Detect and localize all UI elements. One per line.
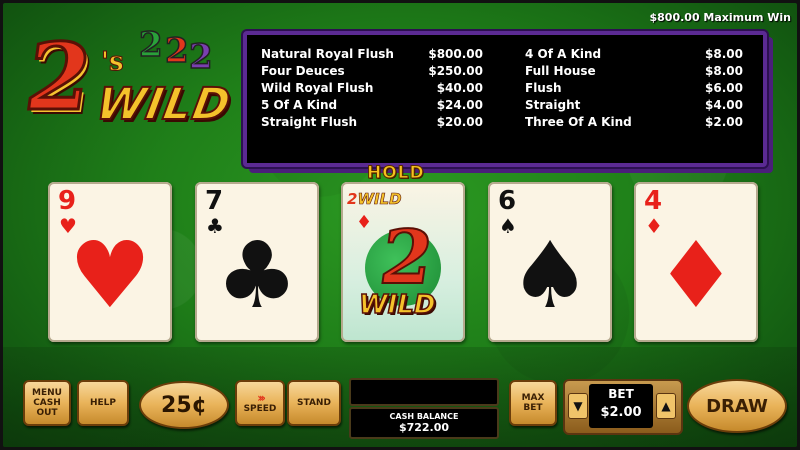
paytable: Natural Royal Flush $800.00 Four Deuces $2… bbox=[243, 31, 767, 167]
out-label: OUT bbox=[36, 408, 58, 418]
hand-pay: $4.00 bbox=[705, 98, 743, 112]
card-2[interactable]: 7 ♣ ♣ bbox=[195, 182, 319, 342]
paytable-row: Straight Flush $20.00 bbox=[261, 115, 483, 132]
hand-name: Natural Royal Flush bbox=[261, 47, 394, 61]
wild-card-corner: 2WILD bbox=[347, 190, 402, 209]
bet-down-arrow-icon[interactable]: ▼ bbox=[568, 393, 588, 419]
hand-pay: $20.00 bbox=[436, 115, 483, 129]
diamond-icon: ♦ bbox=[356, 212, 373, 233]
wild-label-small: WILD bbox=[357, 190, 402, 209]
bet-panel: ▼ BET $2.00 ▲ bbox=[563, 379, 683, 435]
club-icon: ♣ bbox=[215, 222, 299, 329]
logo-apostrophe-s: 's bbox=[101, 47, 125, 78]
max-label: MAX bbox=[521, 393, 545, 403]
card-1[interactable]: 9 ♥ ♥ bbox=[48, 182, 172, 342]
draw-button[interactable]: DRAW bbox=[687, 379, 787, 433]
hand-pay: $8.00 bbox=[705, 47, 743, 61]
hand-name: 4 Of A Kind bbox=[525, 47, 602, 61]
message-display bbox=[349, 378, 499, 406]
cash-balance-display: CASH BALANCE $722.00 bbox=[349, 407, 499, 439]
wild-label-large: WILD bbox=[358, 289, 436, 321]
speed-button[interactable]: ››› SPEED bbox=[235, 380, 285, 426]
paytable-row: Natural Royal Flush $800.00 bbox=[261, 47, 483, 64]
paytable-row: Three Of A Kind $2.00 bbox=[525, 115, 743, 132]
spade-icon: ♠ bbox=[508, 222, 592, 329]
help-button[interactable]: HELP bbox=[77, 380, 129, 426]
max-bet-button[interactable]: MAX BET bbox=[509, 380, 557, 426]
logo-mini-two-red: 2 bbox=[164, 30, 189, 72]
game-logo: 2 2 2 2 's WILD bbox=[18, 22, 243, 145]
hand-pay: $8.00 bbox=[705, 64, 743, 78]
hand-pay: $250.00 bbox=[428, 64, 483, 78]
denomination-button[interactable]: 25¢ bbox=[139, 381, 229, 429]
logo-mini-two-purple: 2 bbox=[188, 36, 213, 78]
paytable-row: Wild Royal Flush $40.00 bbox=[261, 81, 483, 98]
paytable-row: 4 Of A Kind $8.00 bbox=[525, 47, 743, 64]
paytable-right-column: 4 Of A Kind $8.00 Full House $8.00 Flush $6… bbox=[525, 47, 743, 132]
speed-arrows-icon: ››› bbox=[257, 391, 266, 405]
card-rank: 7 bbox=[205, 186, 224, 216]
card-4[interactable]: 6 ♠ ♠ bbox=[488, 182, 612, 342]
diamond-icon: ♦ bbox=[654, 222, 738, 329]
hand-pay: $40.00 bbox=[436, 81, 483, 95]
paytable-row: 5 Of A Kind $24.00 bbox=[261, 98, 483, 115]
cash-balance-value: $722.00 bbox=[398, 421, 450, 434]
speed-label: SPEED bbox=[243, 404, 277, 414]
cash-balance-label: CASH BALANCE bbox=[389, 412, 459, 421]
max-win-label: $800.00 Maximum Win bbox=[649, 11, 792, 24]
hand-name: Flush bbox=[525, 81, 562, 95]
bet-value: $2.00 bbox=[600, 405, 642, 420]
hold-indicator: HOLD bbox=[367, 163, 425, 184]
hand-name: Three Of A Kind bbox=[525, 115, 632, 129]
game-table: $800.00 Maximum Win 2 2 2 2 's WILD Natu… bbox=[3, 3, 797, 447]
hand-name: Four Deuces bbox=[261, 64, 345, 78]
paytable-row: Four Deuces $250.00 bbox=[261, 64, 483, 81]
hand-name: Wild Royal Flush bbox=[261, 81, 374, 95]
menu-cashout-button[interactable]: MENU CASH OUT bbox=[23, 380, 71, 426]
hand-name: 5 Of A Kind bbox=[261, 98, 338, 112]
hand-name: Straight Flush bbox=[261, 115, 358, 129]
hand-pay: $800.00 bbox=[428, 47, 483, 61]
bet-display: BET $2.00 bbox=[589, 384, 653, 428]
card-5[interactable]: 4 ♦ ♦ bbox=[634, 182, 758, 342]
hand-pay: $6.00 bbox=[705, 81, 743, 95]
stand-button[interactable]: STAND bbox=[287, 380, 341, 426]
card-rank: 6 bbox=[498, 186, 517, 216]
hand-pay: $2.00 bbox=[705, 115, 743, 129]
hand-name: Straight bbox=[525, 98, 581, 112]
paytable-row: Straight $4.00 bbox=[525, 98, 743, 115]
menu-label: MENU bbox=[32, 388, 62, 398]
paytable-row: Full House $8.00 bbox=[525, 64, 743, 81]
bet-label: BET bbox=[523, 403, 543, 413]
cash-label: CASH bbox=[33, 398, 61, 408]
paytable-left-column: Natural Royal Flush $800.00 Four Deuces $2… bbox=[261, 47, 483, 132]
logo-two: 2 bbox=[18, 22, 100, 133]
card-rank: 4 bbox=[644, 186, 663, 216]
card-rank: 9 bbox=[58, 186, 77, 216]
card-3-wild-deuce[interactable]: 2WILD ♦ 2 WILD bbox=[341, 182, 465, 342]
logo-mini-two-green: 2 bbox=[138, 24, 163, 66]
logo-wild: WILD bbox=[92, 78, 236, 131]
heart-icon: ♥ bbox=[68, 222, 152, 329]
card-rank: 2 bbox=[347, 190, 358, 208]
bet-label: BET bbox=[608, 387, 634, 401]
hand-name: Full House bbox=[525, 64, 596, 78]
paytable-row: Flush $6.00 bbox=[525, 81, 743, 98]
bet-up-arrow-icon[interactable]: ▲ bbox=[656, 393, 676, 419]
hand-pay: $24.00 bbox=[436, 98, 483, 112]
